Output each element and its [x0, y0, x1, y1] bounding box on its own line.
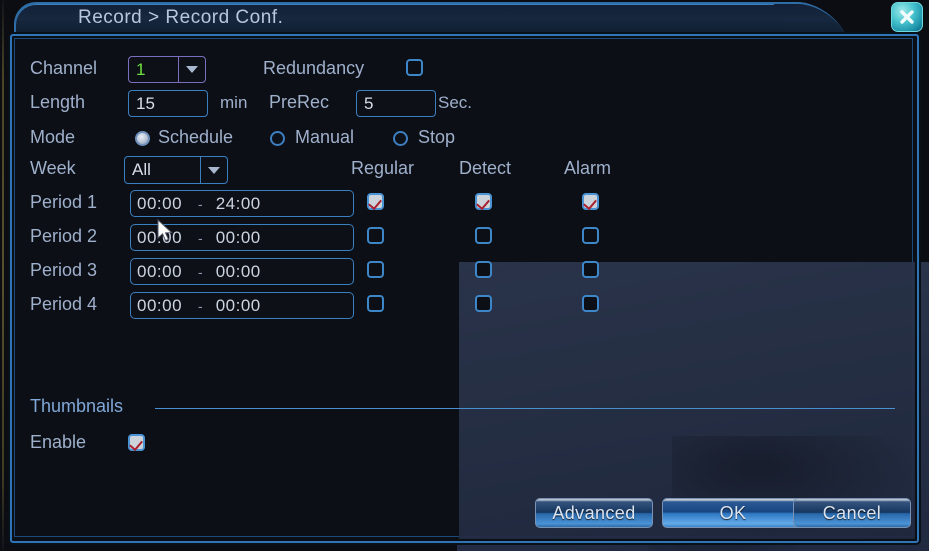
period-4-time-input[interactable]: 00:00 - 00:00 [130, 292, 354, 319]
thumbnails-enable-checkbox[interactable] [128, 434, 145, 451]
prerec-input[interactable]: 5 [356, 90, 436, 117]
mode-label: Mode [30, 127, 76, 147]
period-2-detect-checkbox[interactable] [475, 227, 492, 244]
period-2-alarm-checkbox[interactable] [582, 227, 599, 244]
length-label: Length [30, 92, 86, 112]
column-header-alarm: Alarm [564, 158, 612, 178]
thumbnails-section-title: Thumbnails [30, 396, 124, 416]
thumbnails-enable-label: Enable [30, 432, 87, 452]
period-1-start: 00:00 [137, 193, 183, 213]
cancel-button-label: Cancel [822, 502, 882, 523]
length-value: 15 [136, 93, 155, 113]
prerec-unit: Sec. [438, 93, 473, 112]
period-3-detect-checkbox[interactable] [475, 261, 492, 278]
redundancy-checkbox[interactable] [406, 59, 423, 76]
period-2-separator: - [198, 229, 203, 246]
column-header-regular: Regular [351, 158, 415, 178]
mode-option-schedule-label: Schedule [158, 127, 234, 147]
period-4-separator: - [198, 297, 203, 314]
ok-button-label: OK [719, 502, 747, 523]
period-3-start: 00:00 [137, 261, 183, 281]
period-4-start: 00:00 [137, 295, 183, 315]
cancel-button[interactable]: Cancel [793, 498, 911, 528]
period-1-time-input[interactable]: 00:00 - 24:00 [130, 190, 354, 217]
window-title: Record > Record Conf. [78, 7, 284, 28]
ok-button[interactable]: OK [662, 498, 804, 528]
period-1-separator: - [198, 195, 203, 212]
channel-value: 1 [136, 59, 146, 79]
period-1-regular-checkbox[interactable] [367, 193, 384, 210]
advanced-button-label: Advanced [552, 502, 636, 523]
period-1-alarm-checkbox[interactable] [582, 193, 599, 210]
advanced-button[interactable]: Advanced [535, 498, 653, 528]
prerec-label: PreRec [269, 92, 330, 112]
prerec-value: 5 [364, 93, 374, 113]
thumbnails-section-rule [155, 408, 895, 409]
mode-radio-stop[interactable] [393, 131, 408, 146]
week-value: All [132, 160, 151, 179]
period-1-detect-checkbox[interactable] [475, 193, 492, 210]
chevron-down-icon [200, 157, 227, 183]
period-3-label: Period 3 [30, 260, 98, 280]
length-input[interactable]: 15 [128, 90, 208, 117]
week-label: Week [30, 158, 76, 178]
week-select[interactable]: All [124, 156, 228, 184]
period-4-alarm-checkbox[interactable] [582, 295, 599, 312]
period-4-regular-checkbox[interactable] [367, 295, 384, 312]
period-2-regular-checkbox[interactable] [367, 227, 384, 244]
screen-left-edge [2, 0, 4, 551]
period-4-end: 00:00 [215, 295, 261, 315]
chevron-down-icon [178, 57, 205, 82]
column-header-detect: Detect [459, 158, 512, 178]
channel-select[interactable]: 1 [128, 56, 206, 83]
window-titlebar: Record > Record Conf. [14, 2, 794, 36]
period-3-regular-checkbox[interactable] [367, 261, 384, 278]
redundancy-label: Redundancy [263, 58, 365, 78]
period-3-end: 00:00 [215, 261, 261, 281]
period-2-label: Period 2 [30, 226, 98, 246]
mouse-cursor [157, 218, 175, 250]
period-1-label: Period 1 [30, 192, 98, 212]
period-3-alarm-checkbox[interactable] [582, 261, 599, 278]
channel-label: Channel [30, 58, 98, 78]
close-button[interactable] [891, 2, 923, 32]
mode-radio-manual[interactable] [270, 131, 285, 146]
period-1-end: 24:00 [215, 193, 261, 213]
record-config-dialog: Channel 1 Redundancy Length 15 min PreRe… [10, 34, 919, 543]
mode-radio-schedule[interactable] [135, 131, 150, 146]
length-unit: min [220, 93, 248, 112]
period-4-detect-checkbox[interactable] [475, 295, 492, 312]
dvr-screen: Record > Record Conf. Channel 1 Redundan… [0, 0, 929, 551]
period-4-label: Period 4 [30, 294, 98, 314]
period-2-end: 00:00 [215, 227, 261, 247]
mode-option-manual-label: Manual [295, 127, 355, 147]
period-3-separator: - [198, 263, 203, 280]
mode-option-stop-label: Stop [418, 127, 456, 147]
period-3-time-input[interactable]: 00:00 - 00:00 [130, 258, 354, 285]
